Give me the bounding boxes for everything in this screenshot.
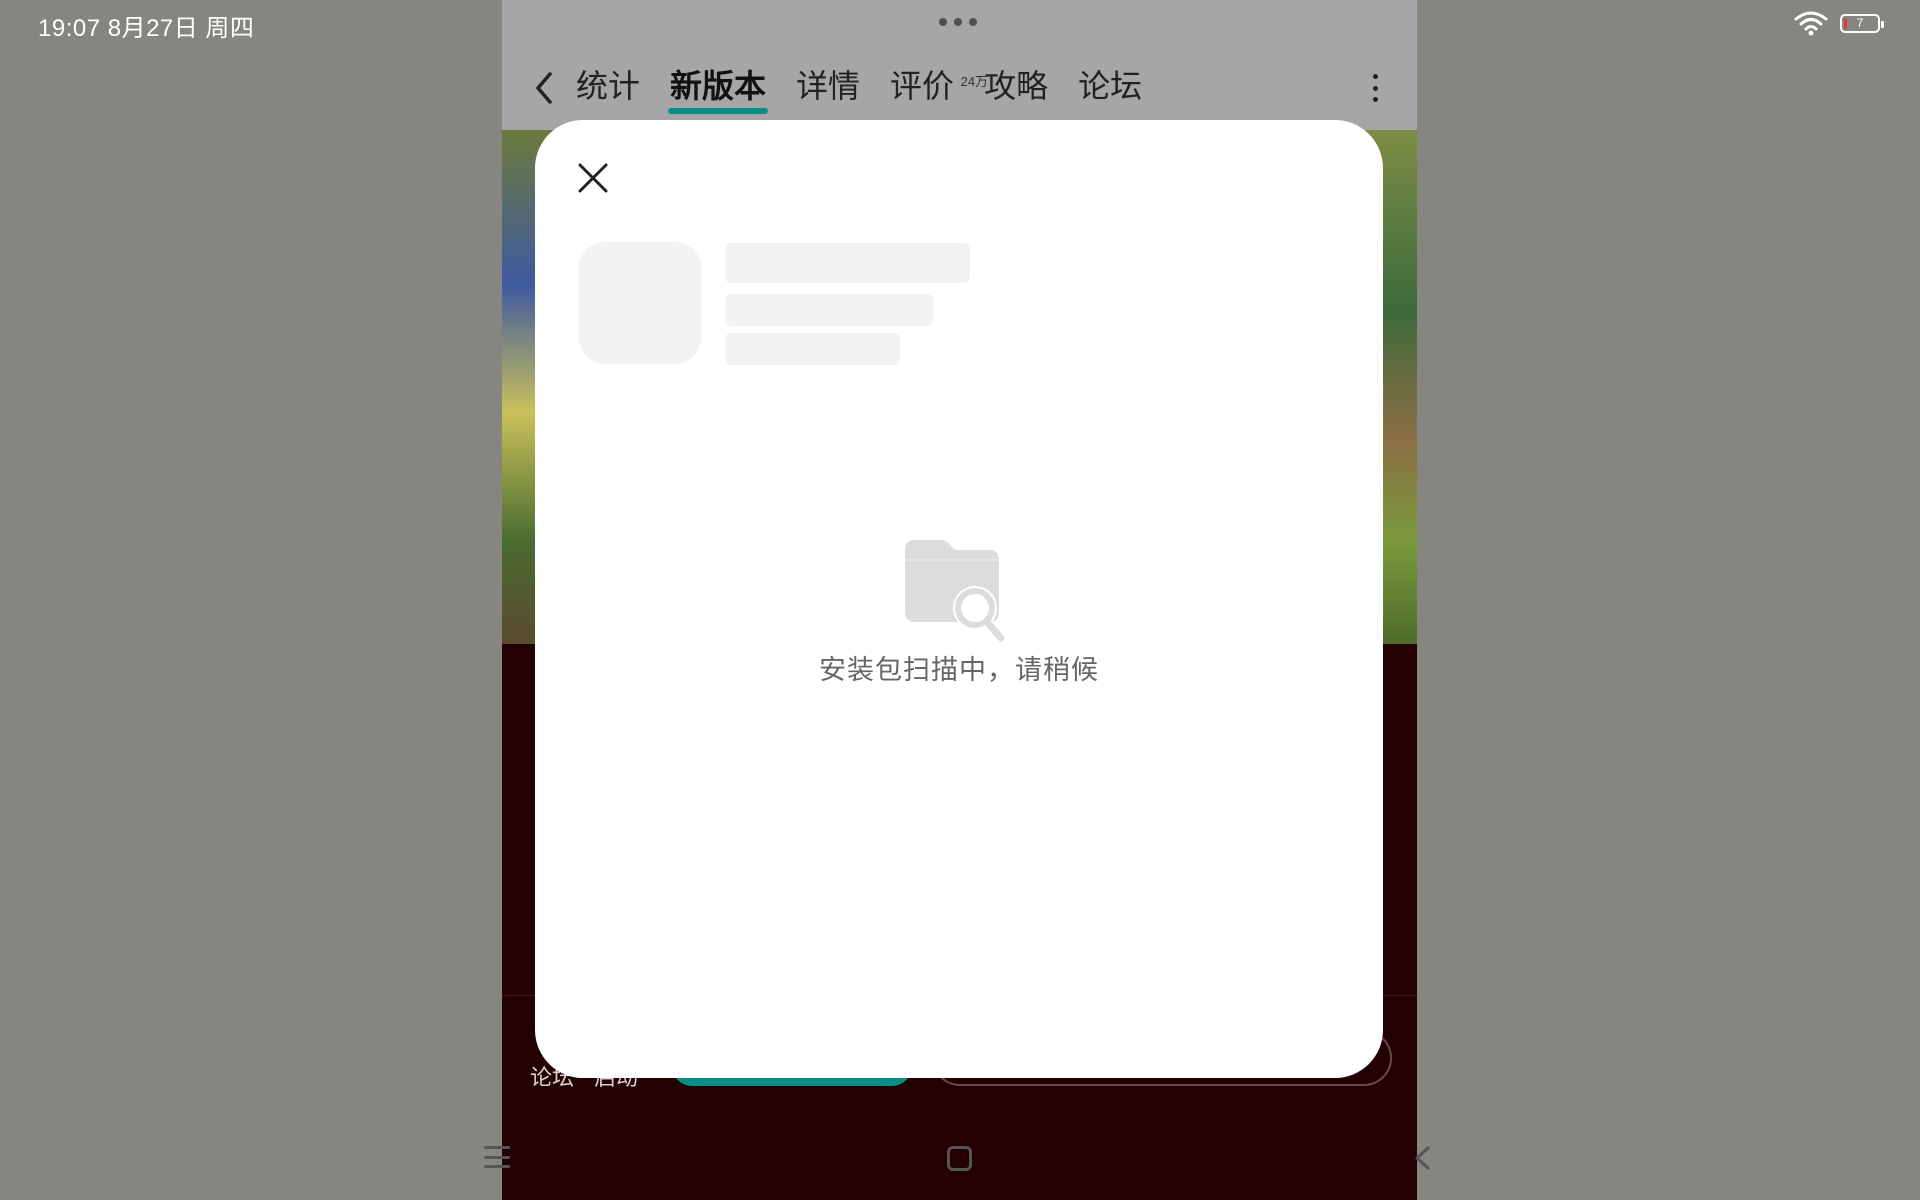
- app-title-placeholder: [725, 243, 970, 283]
- menu-icon[interactable]: [484, 1146, 510, 1168]
- home-icon[interactable]: [947, 1146, 972, 1171]
- app-header: 统计 新版本 详情 评价 24万 攻略 论坛: [502, 0, 1417, 130]
- status-time: 19:07 8月27日 周四: [38, 15, 255, 42]
- tab-stats[interactable]: 统计: [576, 64, 640, 108]
- wifi-icon: [1794, 11, 1828, 36]
- battery-level: 7: [1856, 15, 1864, 30]
- app-icon-placeholder: [579, 242, 701, 364]
- tab-forum[interactable]: 论坛: [1078, 64, 1142, 108]
- back-arrow-icon[interactable]: [528, 68, 564, 108]
- tab-guides[interactable]: 攻略: [984, 64, 1048, 108]
- folder-search-icon: [905, 540, 1005, 642]
- back-icon[interactable]: [1412, 1146, 1432, 1170]
- tab-new-version[interactable]: 新版本: [668, 64, 769, 114]
- tab-reviews-label: 评价: [890, 68, 955, 104]
- tab-bar: 统计 新版本 详情 评价 24万 攻略 论坛: [576, 64, 1172, 114]
- app-meta-placeholder: [725, 333, 900, 365]
- scan-dialog: 安装包扫描中，请稍候: [535, 120, 1383, 1078]
- close-icon[interactable]: [575, 160, 611, 196]
- tab-details[interactable]: 详情: [796, 64, 860, 108]
- window-handle[interactable]: [939, 18, 977, 26]
- battery-icon: 7: [1840, 13, 1884, 33]
- app-info-placeholder: [725, 294, 933, 326]
- status-icons: 7: [1794, 10, 1884, 36]
- more-options-icon[interactable]: [1371, 74, 1379, 102]
- scan-status-text: 安装包扫描中，请稍候: [819, 655, 1099, 685]
- tab-reviews[interactable]: 评价 24万: [890, 64, 988, 108]
- screen: 19:07 8月27日 周四 7 统计 新版本 详情 评价 24万 攻略 论坛 …: [0, 0, 1920, 1200]
